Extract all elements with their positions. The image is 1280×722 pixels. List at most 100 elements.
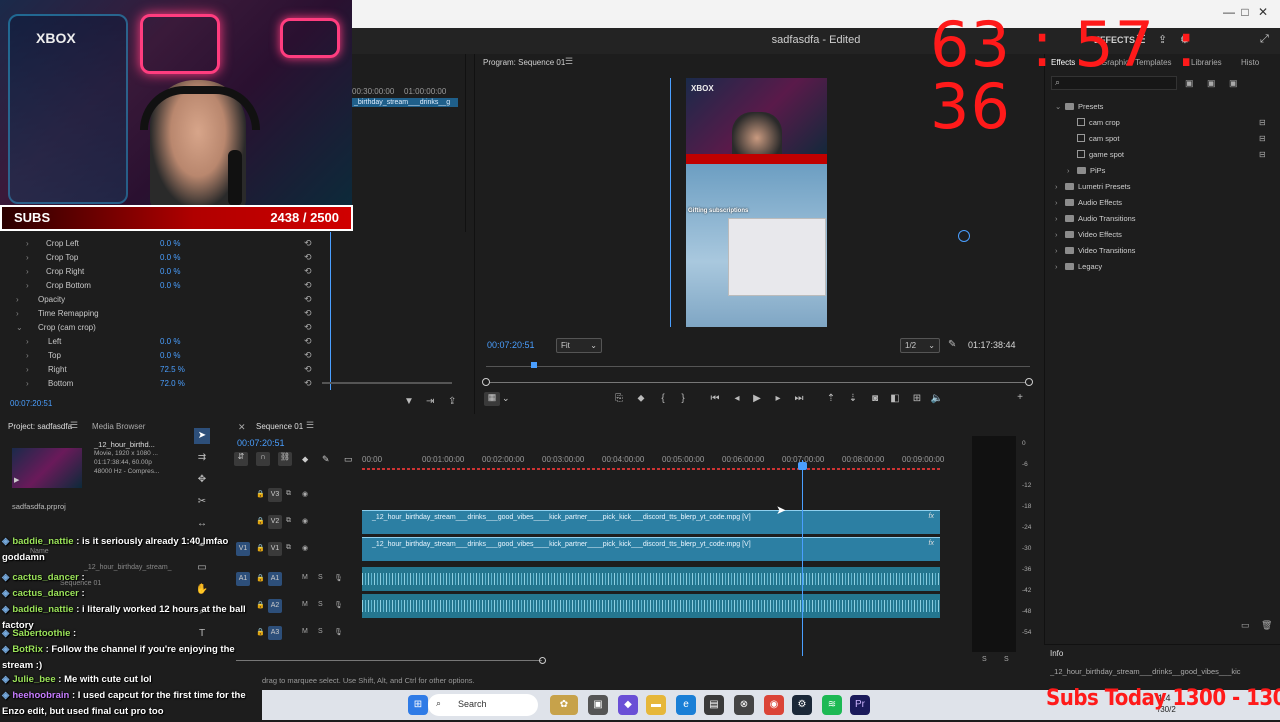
marker-icon[interactable]: ⬥ [634, 393, 648, 404]
effect-row[interactable]: › Time Remapping ⟲ [0, 308, 330, 322]
reset-icon[interactable]: ⟲ [304, 350, 312, 361]
sync-lock-icon[interactable]: ⧉ [286, 517, 291, 525]
widgets-icon[interactable]: ✿ [550, 695, 578, 715]
chevron-right-icon[interactable]: › [26, 239, 29, 248]
reset-icon[interactable]: ⟲ [304, 336, 312, 347]
export-icon[interactable]: ⇪ [448, 396, 456, 407]
start-icon[interactable]: ⊞ [408, 695, 428, 715]
reset-icon[interactable]: ⟲ [304, 280, 312, 291]
solo-right[interactable]: S [1004, 656, 1009, 663]
timeline-playhead[interactable] [802, 460, 803, 656]
store-icon[interactable]: ▤ [704, 695, 724, 715]
chevron-right-icon[interactable]: › [1055, 182, 1065, 191]
lock-icon[interactable]: 🔒 [256, 490, 265, 498]
extract-icon[interactable]: ⇣ [846, 393, 860, 404]
track-target[interactable]: V3 [268, 488, 282, 502]
camera-icon[interactable]: ◙ [868, 393, 882, 404]
ripple-edit-icon[interactable]: ✥ [194, 472, 210, 488]
captions-icon[interactable]: ▭ [344, 454, 353, 465]
track-target[interactable]: V1 [268, 542, 282, 556]
reset-icon[interactable]: ⟲ [304, 364, 312, 375]
go-to-in-icon[interactable]: ⏮ [708, 393, 722, 404]
eye-icon[interactable]: ◉ [302, 490, 308, 498]
mute-button[interactable]: M [302, 601, 308, 608]
panel-menu-icon[interactable]: ☰ [70, 420, 78, 431]
program-title[interactable]: Program: Sequence 01 [483, 58, 565, 67]
effect-value[interactable]: 72.0 % [160, 379, 185, 388]
mic-icon[interactable]: 🎙 [334, 628, 343, 636]
timeline-timecode[interactable]: 00:07:20:51 [237, 438, 285, 448]
effect-row[interactable]: › Crop Bottom 0.0 % ⟲ [0, 280, 330, 294]
grid-icon[interactable]: ▦ [484, 392, 500, 406]
effect-value[interactable]: 0.0 % [160, 253, 180, 262]
tree-folder[interactable]: › Audio Effects [1055, 198, 1122, 214]
mute-button[interactable]: M [302, 574, 308, 581]
effect-value[interactable]: 72.5 % [160, 365, 185, 374]
clip-a2[interactable] [362, 594, 940, 618]
edge-icon[interactable]: e [676, 695, 696, 715]
chevron-right-icon[interactable]: › [26, 365, 29, 374]
reset-icon[interactable]: ⟲ [304, 266, 312, 277]
tree-folder[interactable]: › Lumetri Presets [1055, 182, 1131, 198]
eye-icon[interactable]: ◉ [302, 544, 308, 552]
program-mini-ruler[interactable] [486, 360, 1030, 370]
anchor-point-icon[interactable] [958, 230, 970, 242]
zoom-handle-right[interactable] [1025, 378, 1033, 386]
source-clip[interactable]: _birthday_stream___drinks__g [352, 98, 458, 107]
chevron-right-icon[interactable]: › [26, 281, 29, 290]
solo-left[interactable]: S [982, 656, 987, 663]
snap-icon[interactable]: ∩ [256, 452, 270, 466]
play-icon[interactable]: ▶ [750, 393, 764, 404]
filter-icon[interactable]: ▼ [404, 396, 414, 407]
effect-row[interactable]: › Left 0.0 % ⟲ [0, 336, 330, 350]
chat-username[interactable]: BotRix [12, 644, 43, 655]
linked-selection-icon[interactable]: ⛓ [278, 452, 292, 466]
panel-menu-icon[interactable]: ☰ [565, 56, 573, 67]
effect-value[interactable]: 0.0 % [160, 267, 180, 276]
zoom-handle-left[interactable] [482, 378, 490, 386]
mic-icon[interactable]: 🎙 [334, 601, 343, 609]
effect-value[interactable]: 0.0 % [160, 281, 180, 290]
selection-tool-icon[interactable]: ➤ [194, 428, 210, 444]
wrench-icon[interactable]: ✎ [948, 339, 956, 350]
chevron-right-icon[interactable]: › [26, 379, 29, 388]
reset-icon[interactable]: ⟲ [304, 308, 312, 319]
track-select-icon[interactable]: ⇉ [194, 450, 210, 466]
chat-username[interactable]: Julie_bee [12, 674, 55, 685]
tree-folder[interactable]: › Video Effects [1055, 230, 1122, 246]
track-target[interactable]: A3 [268, 626, 282, 640]
effect-row[interactable]: ⌄ Crop (cam crop) ⟲ [0, 322, 330, 336]
file-explorer-icon[interactable]: ▬ [646, 695, 666, 715]
track-target[interactable]: A1 [268, 572, 282, 586]
effect-row[interactable]: › Opacity ⟲ [0, 294, 330, 308]
reset-icon[interactable]: ⟲ [304, 238, 312, 249]
track-target[interactable]: A2 [268, 599, 282, 613]
chevron-right-icon[interactable]: › [16, 295, 19, 304]
mute-button[interactable]: M [302, 628, 308, 635]
chevron-right-icon[interactable]: › [26, 267, 29, 276]
add-button-icon[interactable]: + [1013, 392, 1027, 403]
effect-value[interactable]: 0.0 % [160, 351, 180, 360]
xbox-app-icon[interactable]: ⊗ [734, 695, 754, 715]
clip-v2[interactable]: _12_hour_birthday_stream___drinks___good… [362, 510, 940, 534]
chevron-right-icon[interactable]: › [16, 309, 19, 318]
chevron-right-icon[interactable]: › [1055, 262, 1065, 271]
solo-button[interactable]: S [318, 601, 323, 608]
lift-icon[interactable]: ⇡ [824, 393, 838, 404]
resolution-dropdown[interactable]: 1/2 ⌄ [900, 338, 940, 353]
step-forward-icon[interactable]: ▸ [771, 393, 785, 404]
effect-value[interactable]: 0.0 % [160, 239, 180, 248]
sync-lock-icon[interactable]: ⧉ [286, 544, 291, 552]
chat-username[interactable]: Sabertoothie [12, 628, 70, 639]
effect-row[interactable]: › Crop Left 0.0 % ⟲ [0, 238, 330, 252]
program-timecode[interactable]: 00:07:20:51 [487, 340, 535, 350]
vr-icon[interactable]: ⊞ [910, 393, 924, 404]
play-icon[interactable]: ▶ [14, 476, 19, 484]
project-title[interactable]: Project: sadfasdfa [8, 422, 72, 431]
info-title[interactable]: Info [1050, 649, 1063, 658]
fit-dropdown[interactable]: Fit ⌄ [556, 338, 602, 353]
chrome-icon[interactable]: ◉ [764, 695, 784, 715]
effect-row[interactable]: › Top 0.0 % ⟲ [0, 350, 330, 364]
lock-icon[interactable]: ⊟ [1259, 150, 1266, 159]
chat-username[interactable]: cactus_dancer [12, 588, 79, 599]
